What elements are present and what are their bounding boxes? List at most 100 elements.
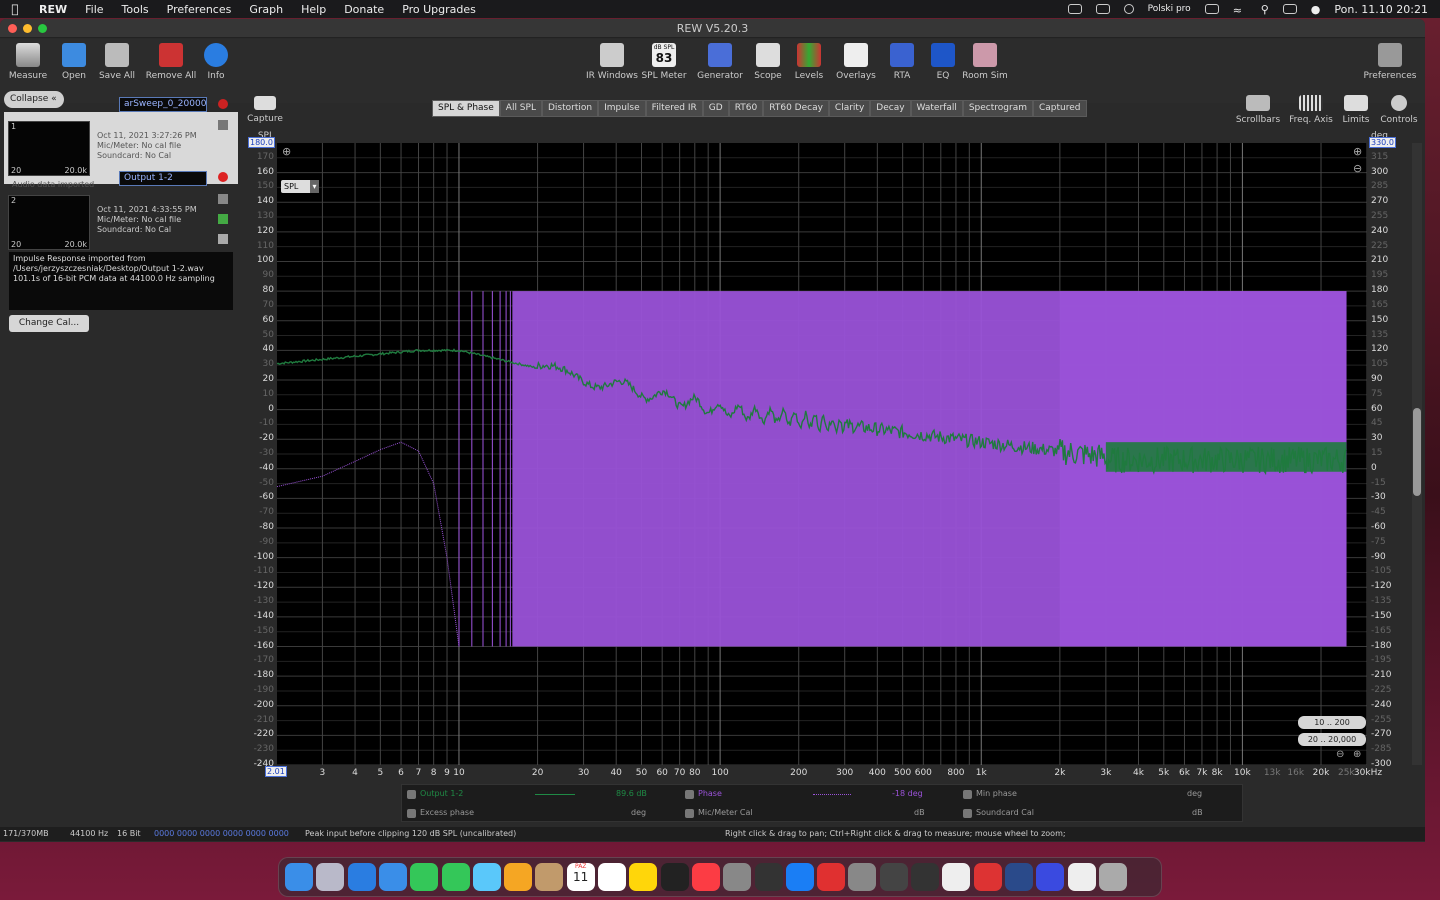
dock-affinity-icon[interactable] — [1036, 863, 1065, 891]
legend-checkbox-output[interactable] — [407, 790, 416, 799]
tab-distortion[interactable]: Distortion — [541, 100, 599, 117]
edit-measurement-2-icon[interactable] — [218, 214, 228, 224]
menu-preferences[interactable]: Preferences — [158, 3, 241, 16]
tab-all-spl[interactable]: All SPL — [499, 100, 542, 117]
dock-messages-icon[interactable] — [441, 863, 470, 891]
legend-checkbox-min-phase[interactable] — [963, 790, 972, 799]
zoom-out-right-icon[interactable]: ⊖ — [1353, 162, 1362, 175]
tab-clarity[interactable]: Clarity — [828, 100, 871, 117]
play-icon[interactable] — [1123, 4, 1134, 14]
legend-checkbox-excess-phase[interactable] — [407, 809, 416, 818]
controls-button[interactable]: Controls — [1372, 95, 1425, 125]
dock-roon-icon[interactable] — [660, 863, 689, 891]
notes-measurement-2-icon[interactable] — [218, 234, 228, 244]
scrollbar-thumb[interactable] — [1413, 408, 1421, 496]
save-measurement-1-icon[interactable] — [218, 120, 228, 130]
dock-launchpad-icon[interactable] — [316, 863, 345, 891]
close-window-button[interactable] — [8, 24, 17, 33]
dock-karaoke-icon[interactable] — [942, 863, 971, 891]
tab-spectrogram[interactable]: Spectrogram — [962, 100, 1033, 117]
cloud-icon[interactable] — [1067, 4, 1082, 14]
status-memory[interactable]: 171/370MB — [3, 829, 49, 838]
tab-spl-phase[interactable]: SPL & Phase — [432, 100, 500, 117]
tab-waterfall[interactable]: Waterfall — [910, 100, 963, 117]
zoom-in-x-icon[interactable]: ⊕ — [1353, 749, 1361, 760]
menu-app[interactable]: REW — [30, 3, 76, 16]
vpn-icon[interactable] — [1095, 4, 1110, 14]
generator-button[interactable]: Generator — [693, 43, 747, 81]
tab-decay[interactable]: Decay — [870, 100, 911, 117]
info-button[interactable]: Info — [189, 43, 243, 81]
legend-checkbox-soundcard-cal[interactable] — [963, 809, 972, 818]
dock-trash-icon[interactable] — [1098, 863, 1127, 891]
range-10-200-button[interactable]: 10 .. 200 — [1298, 716, 1366, 729]
dock-maps-icon[interactable] — [472, 863, 501, 891]
menu-pro-upgrades[interactable]: Pro Upgrades — [393, 3, 485, 16]
zoom-in-right-icon[interactable]: ⊕ — [1353, 145, 1362, 158]
zoom-out-x-icon[interactable]: ⊖ — [1336, 749, 1344, 760]
tab-gd[interactable]: GD — [702, 100, 729, 117]
dock-mail-icon[interactable] — [378, 863, 407, 891]
clock[interactable]: Pon. 11.10 20:21 — [1334, 3, 1428, 16]
siri-icon[interactable]: ● — [1311, 3, 1321, 16]
dock-music-icon[interactable] — [691, 863, 720, 891]
dock-terminal-icon[interactable] — [1067, 863, 1096, 891]
dock-reminders-icon[interactable] — [598, 863, 626, 891]
battery-icon[interactable] — [1204, 4, 1219, 14]
delete-measurement-1-icon[interactable] — [218, 99, 228, 109]
levels-button[interactable]: Levels — [782, 43, 836, 81]
right-axis-top-field[interactable]: 330.0 — [1369, 137, 1396, 148]
search-icon[interactable]: ⚲ — [1261, 3, 1269, 16]
input-source[interactable]: Polski pro — [1148, 4, 1191, 14]
dock-facetime-icon[interactable] — [410, 863, 439, 891]
tab-filtered-ir[interactable]: Filtered IR — [645, 100, 703, 117]
save-measurement-2-icon[interactable] — [218, 194, 228, 204]
save-all-button[interactable]: Save All — [90, 43, 144, 81]
scrollbars-button[interactable]: Scrollbars — [1231, 95, 1285, 125]
measurement-thumbnail-1[interactable]: 1 20 20.0k — [8, 121, 90, 176]
collapse-button[interactable]: Collapse « — [4, 91, 64, 108]
tab-rt60-decay[interactable]: RT60 Decay — [763, 100, 829, 117]
zoom-in-left-icon[interactable]: ⊕ — [282, 145, 291, 158]
menu-graph[interactable]: Graph — [240, 3, 292, 16]
range-20-20000-button[interactable]: 20 .. 20,000 — [1298, 733, 1366, 746]
dock-instruments-icon[interactable] — [754, 863, 783, 891]
measurement-name-1[interactable]: arSweep_0_20000_ — [119, 97, 207, 112]
preferences-button[interactable]: Preferences — [1363, 43, 1417, 81]
dock-rew-icon[interactable] — [973, 863, 1002, 891]
menu-file[interactable]: File — [76, 3, 112, 16]
dock-notes-icon[interactable] — [629, 863, 658, 891]
change-cal-button[interactable]: Change Cal... — [9, 315, 89, 332]
apple-icon[interactable]:  — [0, 2, 30, 16]
x-axis-min-field[interactable]: 2.01 — [265, 766, 287, 777]
menu-help[interactable]: Help — [292, 3, 335, 16]
capture-button[interactable]: Capture — [238, 96, 292, 124]
dock-photos-icon[interactable] — [504, 863, 533, 891]
left-axis-top-field[interactable]: 180.0 — [248, 137, 275, 148]
y-axis-selector[interactable]: SPL ▾ — [281, 180, 319, 193]
legend-checkbox-mic-cal[interactable] — [685, 809, 694, 818]
zoom-window-button[interactable] — [38, 24, 47, 33]
legend-checkbox-phase[interactable] — [685, 790, 694, 799]
vertical-scrollbar[interactable] — [1412, 143, 1422, 765]
spl-phase-graph[interactable] — [277, 143, 1367, 765]
dock-safari-icon[interactable] — [347, 863, 376, 891]
dock-finder-icon[interactable] — [285, 863, 313, 891]
menu-tools[interactable]: Tools — [113, 3, 158, 16]
dock-contacts-icon[interactable] — [535, 863, 564, 891]
tab-rt60[interactable]: RT60 — [728, 100, 764, 117]
tab-impulse[interactable]: Impulse — [598, 100, 646, 117]
control-center-icon[interactable] — [1282, 4, 1297, 14]
menu-donate[interactable]: Donate — [335, 3, 393, 16]
ir-windows-button[interactable]: IR Windows — [585, 43, 639, 81]
dock-calibration-icon[interactable] — [879, 863, 908, 891]
dock-system-preferences-icon[interactable] — [848, 863, 877, 891]
measurement-thumbnail-2[interactable]: 2 20 20.0k — [8, 195, 90, 250]
tab-captured[interactable]: Captured — [1033, 100, 1087, 117]
dock-app-store-icon[interactable] — [785, 863, 814, 891]
dock-sound-utility-icon[interactable] — [911, 863, 939, 891]
wifi-icon[interactable]: ≈ — [1233, 4, 1247, 17]
dock-studio-icon[interactable] — [1004, 863, 1033, 891]
measurement-name-2[interactable]: Output 1-2 — [119, 171, 207, 186]
room-sim-button[interactable]: Room Sim — [958, 43, 1012, 81]
